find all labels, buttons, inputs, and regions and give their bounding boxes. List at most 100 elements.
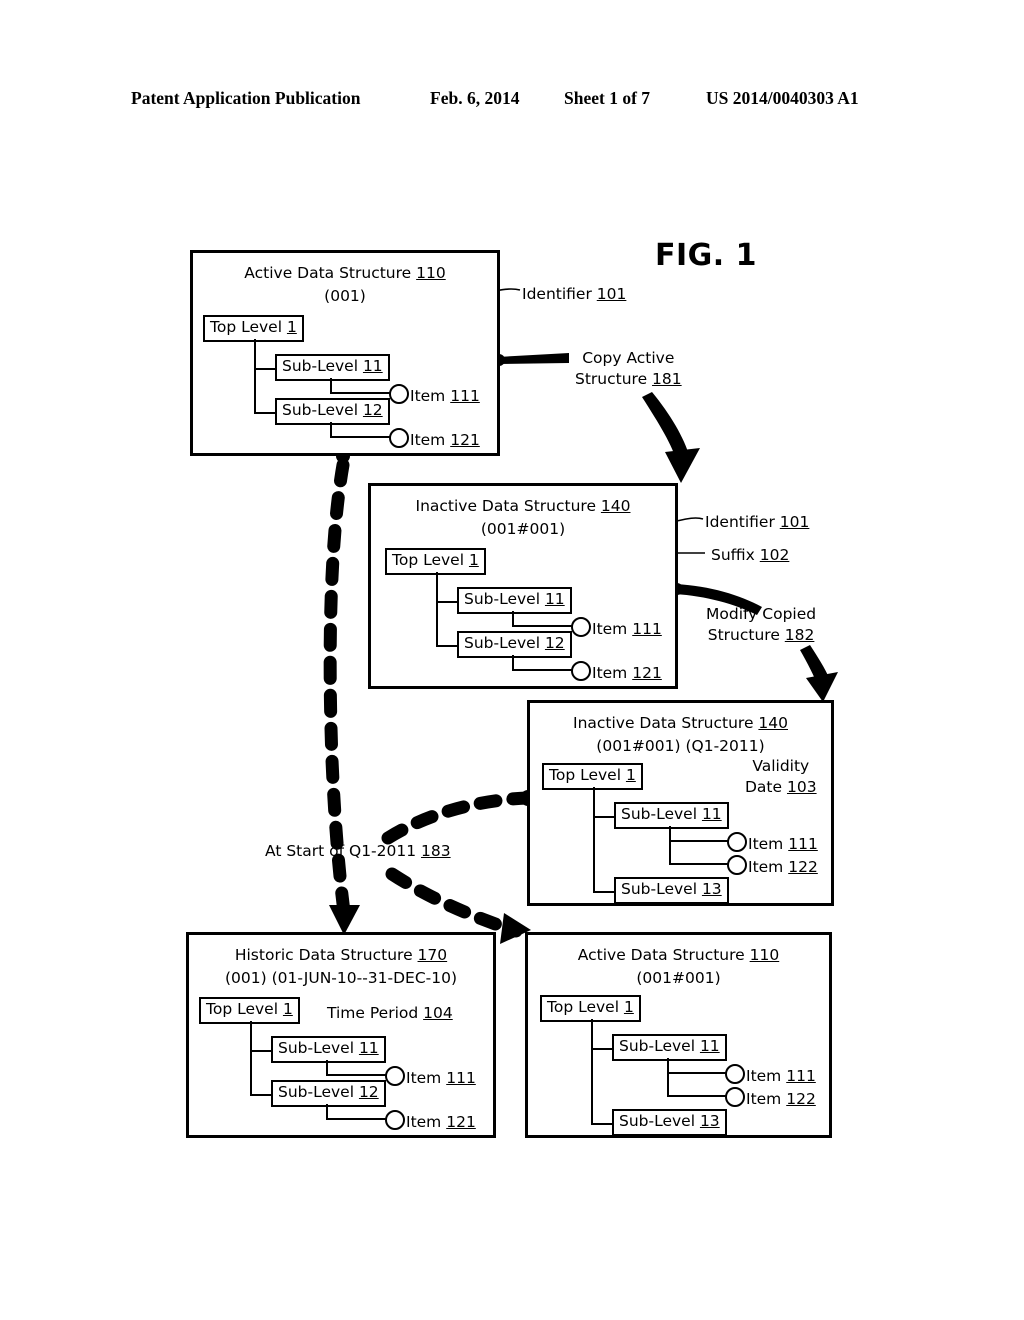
box-inactive-data-structure-140-a: Inactive Data Structure 140 (001#001) To… — [368, 483, 678, 689]
dashed-arrowhead-historic — [329, 905, 360, 935]
box2-sub2-to-item — [512, 669, 574, 672]
box5-sub1-drop — [667, 1058, 670, 1097]
box5-node-sub-level-13: Sub-Level 13 — [612, 1109, 727, 1136]
box1-node-sub-level-12: Sub-Level 12 — [275, 398, 390, 425]
box3-sub1-to-item2 — [669, 863, 730, 866]
box5-item-111: Item 111 — [725, 1064, 816, 1085]
box1-branch-2 — [254, 412, 276, 415]
item-circle-icon — [727, 832, 747, 852]
box-active-data-structure-110-b: Active Data Structure 110 (001#001) Top … — [525, 932, 832, 1138]
box4-sub2-to-item — [326, 1118, 388, 1121]
box3-branch-2 — [593, 891, 615, 894]
box1-title-num: 110 — [416, 264, 446, 282]
callout-suffix-102: Suffix 102 — [711, 546, 790, 564]
box1-title-text: Active Data Structure — [244, 264, 417, 282]
callout-time-period-104: Time Period 104 — [327, 1004, 453, 1022]
box3-trunk — [593, 787, 596, 893]
box1-subtitle: (001) — [324, 287, 366, 305]
box5-branch-1 — [591, 1048, 613, 1051]
box3-sub1-to-item1 — [669, 840, 730, 843]
box3-subtitle: (001#001) (Q1-2011) — [596, 737, 765, 755]
box3-validity-value: (Q1-2011) — [685, 737, 765, 755]
box5-sub1-to-item2 — [667, 1095, 728, 1098]
curved-arrow-copy — [642, 392, 690, 462]
box4-subtitle: (001) (01-JUN-10--31-DEC-10) — [224, 969, 458, 987]
box5-branch-2 — [591, 1123, 613, 1126]
box4-item-121: Item 121 — [385, 1110, 476, 1131]
callout-at-start-q1-2011-183: At Start of Q1-2011 183 — [265, 842, 451, 860]
box5-sub1-to-item1 — [667, 1072, 728, 1075]
dashed-path-active5 — [385, 867, 523, 938]
box4-node-top-level: Top Level 1 — [199, 997, 300, 1024]
callout-copy-active-structure-181: Copy Active Structure 181 — [575, 349, 682, 388]
item-circle-icon — [571, 617, 591, 637]
box1-node-sub-level-11: Sub-Level 11 — [275, 354, 390, 381]
box3-sub1-drop — [669, 826, 672, 865]
box-inactive-data-structure-140-b: Inactive Data Structure 140 (001#001) (Q… — [527, 700, 834, 906]
item-circle-icon — [727, 855, 747, 875]
box1-branch-1 — [254, 368, 276, 371]
box4-sub1-to-item — [326, 1074, 388, 1077]
box1-sub1-to-item — [330, 392, 392, 395]
box-historic-data-structure-170: Historic Data Structure 170 (001) (01-JU… — [186, 932, 496, 1138]
box5-node-top-level: Top Level 1 — [540, 995, 641, 1022]
box-active-data-structure-110: Active Data Structure 110 (001) Top Leve… — [190, 250, 500, 456]
box4-branch-2 — [250, 1094, 272, 1097]
page-header: Patent Application Publication Feb. 6, 2… — [0, 88, 1024, 114]
box3-item-122: Item 122 — [727, 855, 818, 876]
header-sheet: Sheet 1 of 7 — [564, 88, 651, 108]
pointer-copy-active — [498, 353, 569, 364]
box3-title: Inactive Data Structure 140 — [573, 714, 788, 732]
box5-subtitle: (001#001) — [636, 969, 721, 987]
box2-subtitle: (001#001) — [480, 520, 566, 538]
box4-title: Historic Data Structure 170 — [234, 946, 448, 964]
box2-node-sub-level-12: Sub-Level 12 — [457, 631, 572, 658]
item-circle-icon — [389, 384, 409, 404]
callout-modify-copied-structure-182: Modify Copied Structure 182 — [706, 605, 817, 644]
box1-sub2-to-item — [330, 436, 392, 439]
box2-sub1-to-item — [512, 625, 574, 628]
box4-node-sub-level-11: Sub-Level 11 — [271, 1036, 386, 1063]
box2-branch-2 — [436, 645, 458, 648]
callout-identifier-101-a: Identifier 101 — [522, 285, 627, 303]
box5-item-122: Item 122 — [725, 1087, 816, 1108]
item-circle-icon — [385, 1066, 405, 1086]
box5-trunk — [591, 1019, 594, 1125]
dashed-path-inactive3 — [381, 791, 534, 845]
callout-identifier-101-b: Identifier 101 — [705, 513, 810, 531]
arrowhead-modify — [806, 672, 838, 702]
box5-title: Active Data Structure 110 — [577, 946, 780, 964]
box1-trunk — [254, 339, 257, 414]
callout-validity-date-103: Validity Date 103 — [745, 757, 817, 796]
box4-node-sub-level-12: Sub-Level 12 — [271, 1080, 386, 1107]
item-circle-icon — [571, 661, 591, 681]
header-patent-number: US 2014/0040303 A1 — [706, 88, 859, 108]
header-date: Feb. 6, 2014 — [430, 88, 520, 108]
arrowhead-copy — [665, 448, 700, 483]
box3-item-111: Item 111 — [727, 832, 818, 853]
box1-item-121: Item 121 — [389, 428, 480, 449]
curved-arrow-modify — [800, 645, 830, 686]
box2-title: Inactive Data Structure 140 — [415, 497, 631, 515]
box3-node-sub-level-13: Sub-Level 13 — [614, 877, 729, 904]
box2-item-121: Item 121 — [571, 661, 662, 682]
box1-title: Active Data Structure 110 — [193, 264, 497, 282]
figure-label: FIG. 1 — [655, 238, 757, 273]
box5-node-sub-level-11: Sub-Level 11 — [612, 1034, 727, 1061]
box2-trunk — [436, 572, 439, 647]
box2-item-111: Item 111 — [571, 617, 662, 638]
box2-node-sub-level-11: Sub-Level 11 — [457, 587, 572, 614]
box4-item-111: Item 111 — [385, 1066, 476, 1087]
header-publication: Patent Application Publication — [131, 88, 361, 108]
box3-node-sub-level-11: Sub-Level 11 — [614, 802, 729, 829]
box4-branch-1 — [250, 1050, 272, 1053]
item-circle-icon — [725, 1064, 745, 1084]
box4-time-period-value: (01-JUN-10--31-DEC-10) — [271, 969, 458, 987]
box4-trunk — [250, 1021, 253, 1096]
item-circle-icon — [385, 1110, 405, 1130]
item-circle-icon — [725, 1087, 745, 1107]
box2-node-top-level: Top Level 1 — [385, 548, 486, 575]
box3-node-top-level: Top Level 1 — [542, 763, 643, 790]
item-circle-icon — [389, 428, 409, 448]
box2-branch-1 — [436, 601, 458, 604]
